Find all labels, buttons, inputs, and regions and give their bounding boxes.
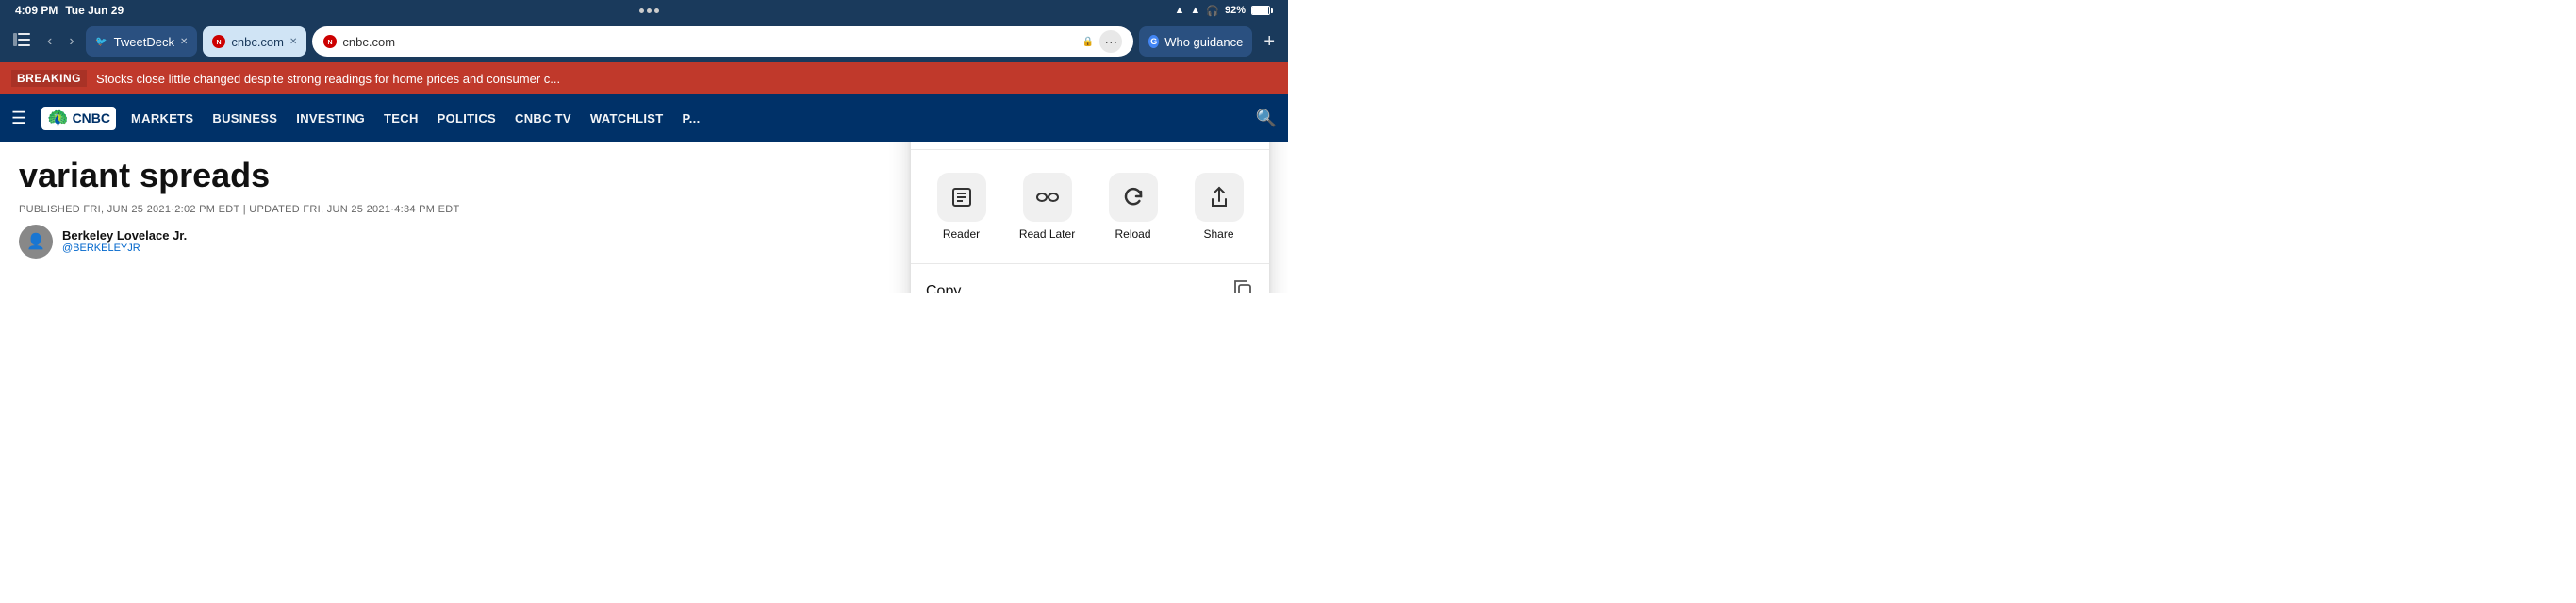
tweetdeck-tab-close[interactable]: ✕ <box>180 37 188 47</box>
reader-label: Reader <box>943 227 980 241</box>
address-domain: cnbc.com <box>342 35 1076 49</box>
nav-investing[interactable]: INVESTING <box>296 111 365 126</box>
wifi-icon: ▲ <box>1190 5 1200 16</box>
copy-icon[interactable] <box>1231 277 1254 293</box>
popup-header: WHO urges fully vaccinated people to c..… <box>911 142 1269 150</box>
copy-row: Copy <box>911 264 1269 293</box>
status-left: 4:09 PM Tue Jun 29 <box>15 4 124 17</box>
read-later-button[interactable]: Read Later <box>1008 165 1086 248</box>
reader-button[interactable]: Reader <box>922 165 1000 248</box>
search-icon[interactable]: 🔍 <box>1256 109 1277 128</box>
nav-watchlist[interactable]: WATCHLIST <box>590 111 664 126</box>
breaking-banner: BREAKING Stocks close little changed des… <box>0 62 1288 94</box>
reader-icon <box>937 173 986 222</box>
read-later-label: Read Later <box>1019 227 1075 241</box>
nav-tech[interactable]: TECH <box>384 111 419 126</box>
tweetdeck-favicon: 🐦 <box>95 35 108 48</box>
cnbc-favicon: N <box>212 35 225 48</box>
tab-tweetdeck[interactable]: 🐦 TweetDeck ✕ <box>86 26 198 57</box>
cnbc-tab-close[interactable]: ✕ <box>289 37 297 47</box>
copy-label: Copy <box>926 283 961 293</box>
reload-icon <box>1109 173 1158 222</box>
share-button[interactable]: Share <box>1180 165 1258 248</box>
tab-cnbc[interactable]: N cnbc.com ✕ <box>203 26 306 57</box>
hamburger-menu-icon[interactable]: ☰ <box>11 109 26 128</box>
author-avatar: 👤 <box>19 225 53 259</box>
search-tab-label: Who guidance <box>1164 35 1243 49</box>
back-button[interactable]: ‹ <box>41 29 58 54</box>
author-name: Berkeley Lovelace Jr. <box>62 228 187 243</box>
nav-markets[interactable]: MARKETS <box>131 111 193 126</box>
status-right: ▲ ▲ 🎧 92% <box>1174 5 1273 17</box>
cnbc-text: CNBC <box>73 110 110 126</box>
reload-button[interactable]: Reload <box>1094 165 1172 248</box>
author-handle: @BERKELEYJR <box>62 243 187 254</box>
cnbc-logo: 🦚 CNBC <box>41 107 116 130</box>
battery-icon <box>1251 6 1273 15</box>
address-site-favicon: N <box>323 35 337 48</box>
sidebar-toggle-button[interactable] <box>8 29 36 55</box>
main-content: variant spreads PUBLISHED FRI, JUN 25 20… <box>0 142 1288 293</box>
breaking-text: Stocks close little changed despite stro… <box>96 72 560 86</box>
nav-cnbc-tv[interactable]: CNBC TV <box>515 111 571 126</box>
signal-icon: ▲ <box>1174 5 1184 16</box>
popup-actions: Reader Read Later <box>911 150 1269 264</box>
share-icon <box>1195 173 1244 222</box>
peacock-icon: 🦚 <box>47 109 68 128</box>
forward-button[interactable]: › <box>63 29 79 54</box>
cnbc-tab-label: cnbc.com <box>231 35 284 49</box>
status-bar: 4:09 PM Tue Jun 29 ▲ ▲ 🎧 92% <box>0 0 1288 21</box>
lock-icon: 🔒 <box>1082 37 1094 47</box>
battery-percent: 92% <box>1225 5 1246 16</box>
tab-who-guidance[interactable]: G Who guidance <box>1139 26 1252 57</box>
reload-label: Reload <box>1115 227 1150 241</box>
browser-chrome: ‹ › 🐦 TweetDeck ✕ N cnbc.com ✕ N cnbc.co… <box>0 21 1288 62</box>
headphone-icon: 🎧 <box>1206 5 1219 17</box>
add-tab-button[interactable]: + <box>1258 27 1280 57</box>
nav-more[interactable]: P... <box>682 111 700 126</box>
google-favicon: G <box>1148 35 1159 48</box>
read-later-icon <box>1023 173 1072 222</box>
time: 4:09 PM <box>15 4 58 17</box>
tweetdeck-tab-label: TweetDeck <box>114 35 174 49</box>
popup-card: WHO urges fully vaccinated people to c..… <box>911 142 1269 293</box>
article-headline: variant spreads <box>19 157 585 194</box>
breaking-label: BREAKING <box>11 70 87 87</box>
svg-text:N: N <box>328 40 333 46</box>
date: Tue Jun 29 <box>65 4 124 17</box>
nav-business[interactable]: BUSINESS <box>212 111 277 126</box>
address-bar[interactable]: N cnbc.com 🔒 ··· <box>312 26 1133 57</box>
address-more-button[interactable]: ··· <box>1099 30 1122 53</box>
cnbc-nav-links: MARKETS BUSINESS INVESTING TECH POLITICS… <box>131 111 700 126</box>
address-bar-popup: WHO urges fully vaccinated people to c..… <box>911 142 1269 293</box>
cnbc-nav: ☰ 🦚 CNBC MARKETS BUSINESS INVESTING TECH… <box>0 94 1288 142</box>
svg-text:N: N <box>217 40 222 46</box>
dots-menu[interactable] <box>639 8 659 13</box>
nav-politics[interactable]: POLITICS <box>438 111 496 126</box>
share-label: Share <box>1203 227 1233 241</box>
author-info: Berkeley Lovelace Jr. @BERKELEYJR <box>62 228 187 254</box>
